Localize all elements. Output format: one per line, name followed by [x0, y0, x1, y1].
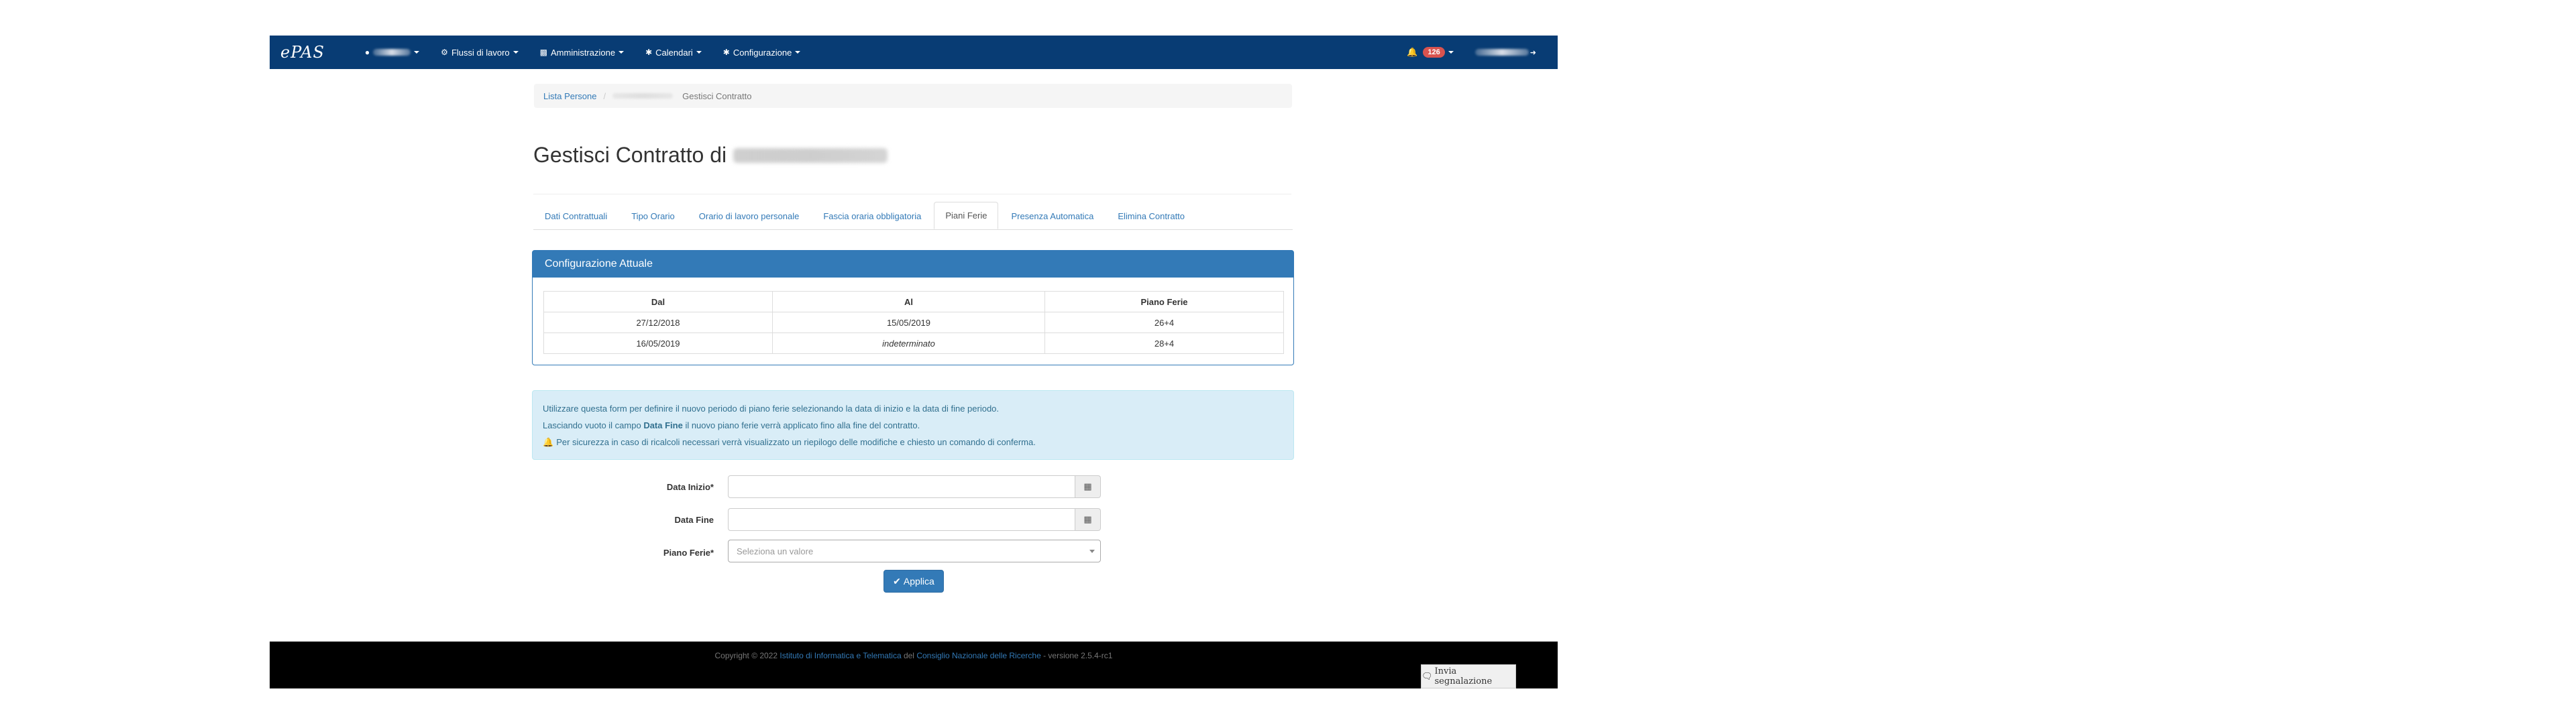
plan-select[interactable]: Seleziona un valore — [728, 540, 1101, 562]
menu-flussi-di-lavoro[interactable]: ⚙ Flussi di lavoro — [430, 36, 529, 69]
redacted-person-name — [733, 147, 888, 163]
report-button[interactable]: 🗨 Invia segnalazione — [1421, 664, 1516, 688]
menu-label: Amministrazione — [550, 47, 616, 58]
footer-link-council[interactable]: Consiglio Nazionale delle Ricerche — [916, 651, 1040, 660]
current-config-panel: Configurazione Attuale Dal Al Piano Feri… — [532, 250, 1294, 365]
notifications-menu[interactable]: 🔔 126 — [1396, 36, 1464, 69]
sign-out-icon: ➜ — [1529, 48, 1536, 57]
chevron-down-icon — [1089, 550, 1095, 553]
alert-text: Per sicurezza in caso di ricalcoli neces… — [556, 437, 1036, 447]
column-header-piano-ferie: Piano Ferie — [1044, 291, 1284, 312]
footer-version: - versione 2.5.4-rc1 — [1040, 651, 1113, 660]
info-alert: Utilizzare questa form per definire il n… — [532, 390, 1294, 460]
apply-button[interactable]: ✔ Applica — [883, 570, 944, 593]
app-window: ePAS ● ⚙ Flussi di lavoro ▩ Amministrazi… — [270, 36, 1558, 688]
page-title: Gestisci Contratto di — [533, 143, 888, 168]
brand-logo[interactable]: ePAS — [280, 43, 325, 62]
column-header-al: Al — [772, 291, 1045, 312]
cog-icon: ⚙ — [441, 48, 448, 57]
chevron-down-icon — [513, 51, 519, 54]
tab-tipo-orario[interactable]: Tipo Orario — [620, 202, 686, 230]
end-date-group: ▦ — [728, 508, 1101, 531]
alert-bold-text: Data Fine — [643, 420, 683, 430]
footer-copyright: Copyright © 2022 Istituto di Informatica… — [270, 651, 1558, 660]
breadcrumb-separator: / — [603, 90, 606, 101]
footer-text: del — [901, 651, 917, 660]
cell-al: 15/05/2019 — [772, 312, 1045, 333]
chevron-down-icon — [795, 51, 801, 54]
tab-piani-ferie[interactable]: Piani Ferie — [934, 202, 999, 229]
cell-piano-ferie: 28+4 — [1044, 333, 1284, 354]
menu-calendari[interactable]: ✱ Calendari — [635, 36, 712, 69]
cell-piano-ferie: 26+4 — [1044, 312, 1284, 333]
redacted-username — [373, 49, 411, 56]
end-date-label: Data Fine — [674, 515, 714, 525]
cell-al: indeterminato — [772, 333, 1045, 354]
menu-label: Calendari — [655, 47, 693, 58]
redacted-account-name — [1474, 49, 1529, 56]
report-label: Invia segnalazione — [1434, 666, 1493, 686]
breadcrumb: Lista Persone / Gestisci Contratto — [534, 84, 1292, 108]
tab-orario-personale[interactable]: Orario di lavoro personale — [688, 202, 811, 230]
breadcrumb-current: Gestisci Contratto — [682, 90, 752, 101]
menu-label: Flussi di lavoro — [451, 47, 510, 58]
tab-fascia-oraria[interactable]: Fascia oraria obbligatoria — [812, 202, 932, 230]
column-header-dal: Dal — [543, 291, 773, 312]
alert-line-3: 🔔 Per sicurezza in caso di ricalcoli nece… — [543, 434, 1283, 450]
chevron-down-icon — [1448, 51, 1454, 54]
gear-icon: ✱ — [645, 48, 653, 57]
gear-icon: ✱ — [722, 48, 730, 57]
page-title-text: Gestisci Contratto di — [533, 143, 727, 167]
notification-badge: 126 — [1423, 47, 1445, 58]
start-date-label: Data Inizio* — [666, 482, 714, 492]
end-date-input[interactable] — [728, 508, 1075, 531]
bell-icon: 🔔 — [543, 437, 554, 447]
cell-dal: 27/12/2018 — [543, 312, 773, 333]
chevron-down-icon — [619, 51, 625, 54]
table-header-row: Dal Al Piano Ferie — [543, 291, 1284, 312]
chevron-down-icon — [696, 51, 702, 54]
calendar-icon[interactable]: ▦ — [1075, 508, 1101, 531]
footer-link-institute[interactable]: Istituto di Informatica e Telematica — [780, 651, 901, 660]
account-logout[interactable]: ➜ — [1464, 36, 1547, 69]
table-row: 16/05/2019 indeterminato 28+4 — [543, 333, 1284, 354]
footer-text: Copyright © 2022 — [714, 651, 780, 660]
plan-label: Piano Ferie* — [663, 548, 714, 558]
user-icon: ● — [364, 48, 370, 57]
bell-icon: 🔔 — [1407, 47, 1418, 57]
user-menu[interactable]: ● — [354, 36, 430, 69]
top-navbar: ePAS ● ⚙ Flussi di lavoro ▩ Amministrazi… — [270, 36, 1558, 69]
alert-line-1: Utilizzare questa form per definire il n… — [543, 404, 1000, 414]
breadcrumb-lista-persone[interactable]: Lista Persone — [543, 91, 597, 101]
redacted-person-link[interactable] — [612, 93, 674, 99]
calendar-icon[interactable]: ▦ — [1075, 475, 1101, 498]
check-icon: ✔ — [893, 575, 901, 587]
config-table: Dal Al Piano Ferie 27/12/2018 15/05/2019… — [543, 291, 1284, 354]
plan-select-placeholder: Seleziona un valore — [737, 546, 814, 556]
alert-line-2: Lasciando vuoto il campo Data Fine il nu… — [543, 417, 1283, 434]
footer: Copyright © 2022 Istituto di Informatica… — [270, 642, 1558, 688]
panel-heading: Configurazione Attuale — [533, 251, 1293, 278]
bar-chart-icon: ▩ — [539, 48, 547, 57]
menu-label: Configurazione — [733, 47, 792, 58]
alert-text: il nuovo piano ferie verrà applicato fin… — [682, 420, 920, 430]
comment-icon: 🗨 — [1421, 671, 1433, 682]
start-date-group: ▦ — [728, 475, 1101, 498]
cell-dal: 16/05/2019 — [543, 333, 773, 354]
contract-tabs: Dati Contrattuali Tipo Orario Orario di … — [533, 202, 1293, 230]
tab-elimina-contratto[interactable]: Elimina Contratto — [1106, 202, 1196, 230]
alert-text: Lasciando vuoto il campo — [543, 420, 644, 430]
tab-dati-contrattuali[interactable]: Dati Contrattuali — [533, 202, 619, 230]
chevron-down-icon — [414, 51, 420, 54]
menu-amministrazione[interactable]: ▩ Amministrazione — [529, 36, 635, 69]
navbar-right: 🔔 126 ➜ — [1396, 36, 1558, 69]
menu-configurazione[interactable]: ✱ Configurazione — [712, 36, 812, 69]
start-date-input[interactable] — [728, 475, 1075, 498]
apply-label: Applica — [903, 576, 934, 587]
tab-presenza-automatica[interactable]: Presenza Automatica — [1000, 202, 1105, 230]
table-row: 27/12/2018 15/05/2019 26+4 — [543, 312, 1284, 333]
